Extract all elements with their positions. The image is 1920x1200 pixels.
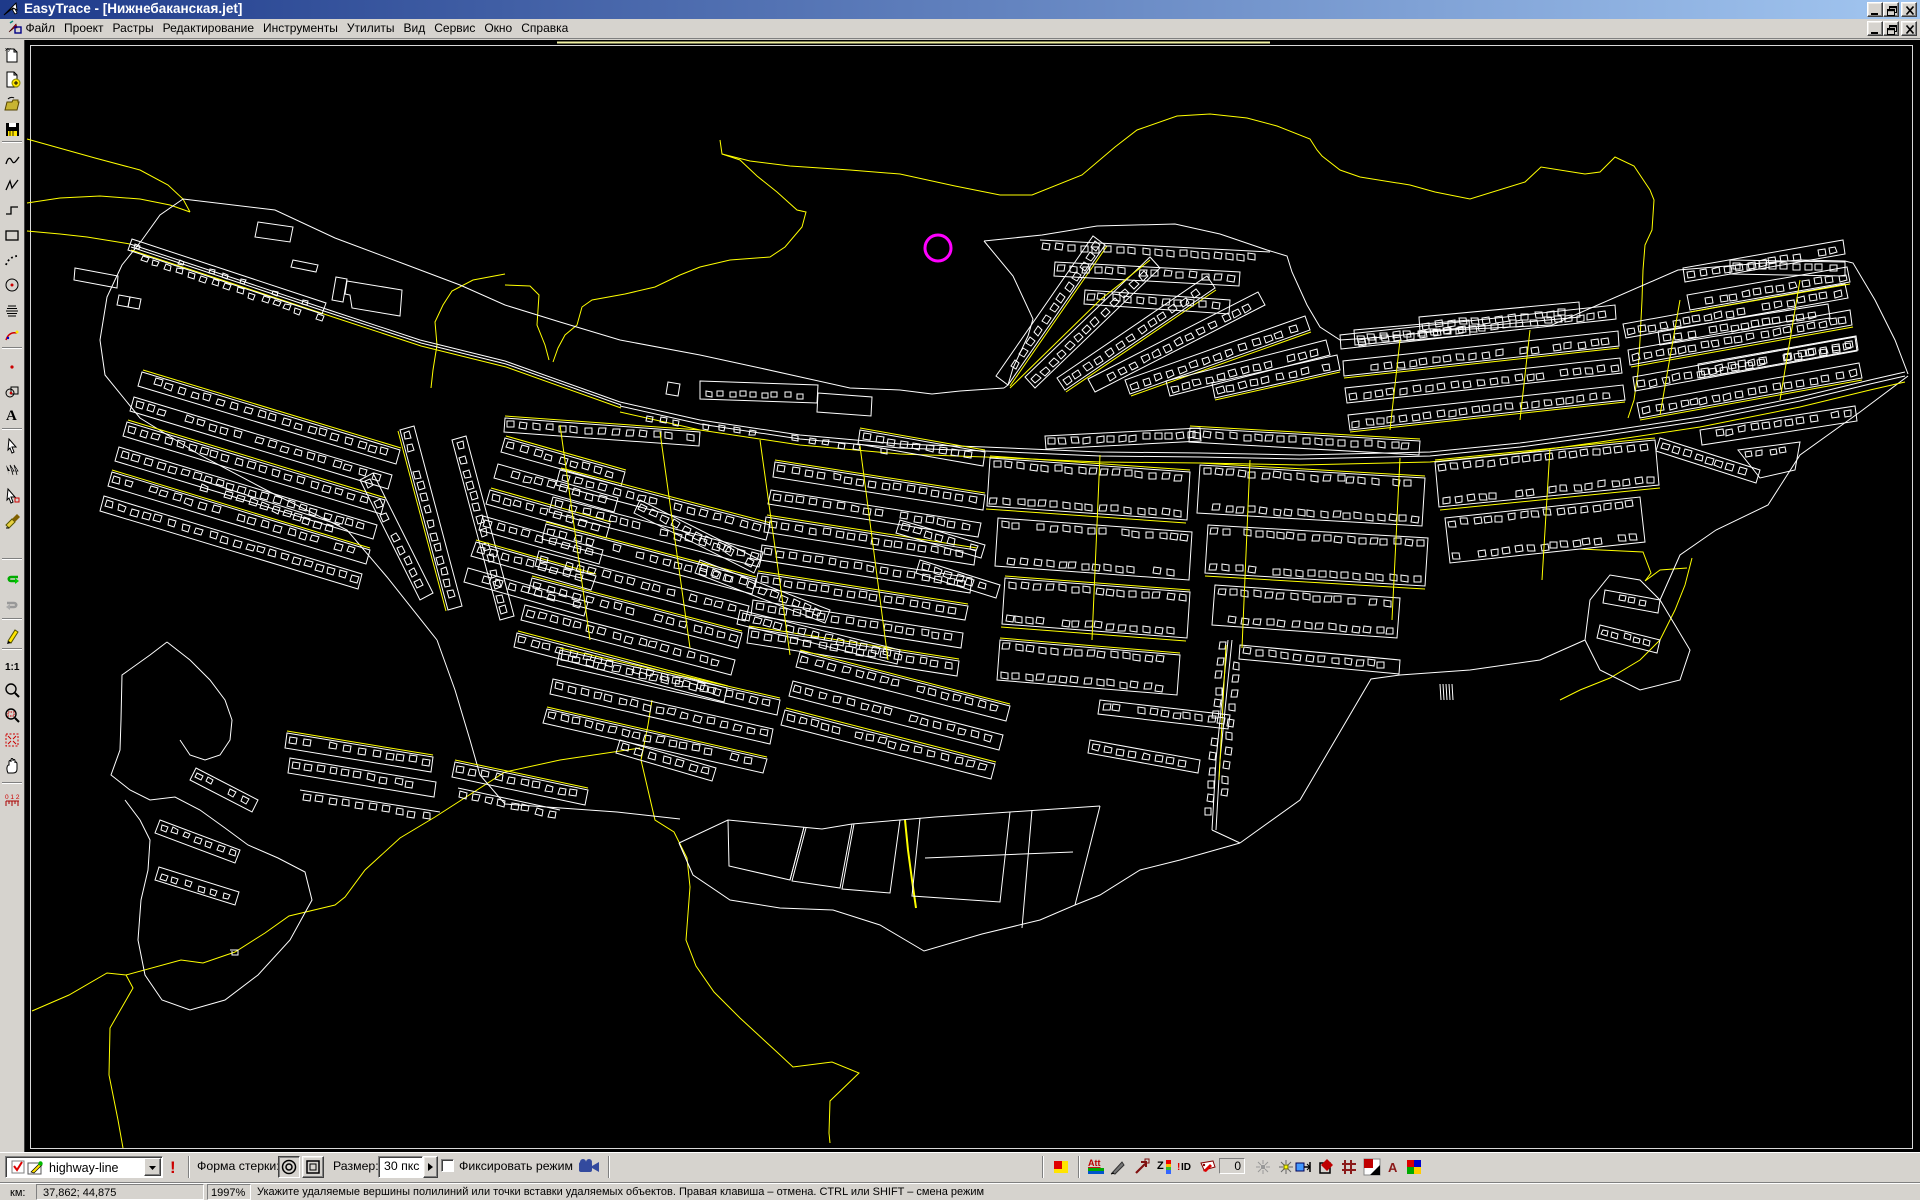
- svg-text:A: A: [6, 408, 17, 423]
- svg-text:0 1 2: 0 1 2: [5, 794, 20, 801]
- svg-text:ID: ID: [1181, 1162, 1191, 1173]
- svg-text:Z: Z: [1157, 1160, 1164, 1172]
- svg-text:1:1: 1:1: [5, 662, 20, 673]
- svg-text:A: A: [1388, 1160, 1398, 1175]
- svg-text:!: !: [1177, 1162, 1180, 1173]
- svg-text:Att: Att: [1088, 1158, 1101, 1168]
- svg-text:xy: xy: [5, 47, 11, 53]
